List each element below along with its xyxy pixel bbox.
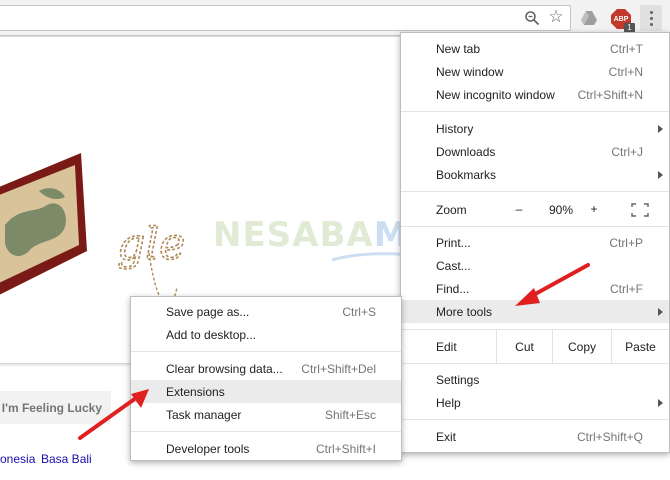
- submenu-item-extensions[interactable]: Extensions: [131, 380, 401, 403]
- menu-label: Task manager: [166, 407, 242, 422]
- menu-item-more-tools[interactable]: More tools: [401, 300, 669, 323]
- menu-shortcut: Ctrl+J: [611, 144, 643, 159]
- zoom-out-button[interactable]: –: [509, 202, 529, 216]
- menu-shortcut: Ctrl+Shift+I: [315, 441, 376, 456]
- menu-shortcut: Ctrl+Shift+Q: [576, 429, 643, 444]
- menu-separator: [401, 419, 669, 420]
- menu-shortcut: Ctrl+P: [609, 235, 643, 250]
- menu-shortcut: Ctrl+F: [610, 281, 643, 296]
- submenu-arrow-icon: [658, 124, 663, 133]
- menu-separator: [401, 111, 669, 112]
- language-link-basa-bali[interactable]: Basa Bali: [41, 452, 92, 466]
- address-bar[interactable]: [0, 5, 571, 31]
- watermark-part1: NESABA: [213, 215, 374, 255]
- copy-button[interactable]: Copy: [552, 330, 611, 363]
- menu-shortcut: Ctrl+N: [608, 64, 643, 79]
- menu-label: Bookmarks: [436, 167, 497, 182]
- more-tools-submenu: Save page as... Ctrl+S Add to desktop...…: [130, 296, 402, 461]
- menu-item-print[interactable]: Print... Ctrl+P: [401, 231, 669, 254]
- menu-shortcut: Shift+Esc: [324, 407, 376, 422]
- menu-separator: [131, 431, 401, 432]
- menu-label: Find...: [436, 281, 470, 296]
- menu-label: New tab: [436, 41, 481, 56]
- menu-separator: [401, 191, 669, 192]
- google-doodle[interactable]: gle: [0, 147, 199, 317]
- menu-shortcut: Ctrl+Shift+Del: [301, 361, 376, 376]
- submenu-arrow-icon: [658, 170, 663, 179]
- zoom-in-button[interactable]: +: [584, 202, 604, 216]
- cut-button[interactable]: Cut: [496, 330, 552, 363]
- menu-item-help[interactable]: Help: [401, 391, 669, 414]
- chrome-main-menu: New tab Ctrl+T New window Ctrl+N New inc…: [400, 32, 670, 453]
- menu-label: Cast...: [436, 258, 471, 273]
- menu-item-bookmarks[interactable]: Bookmarks: [401, 163, 669, 186]
- drive-icon[interactable]: [579, 9, 599, 27]
- submenu-item-clear-browsing-data[interactable]: Clear browsing data... Ctrl+Shift+Del: [131, 357, 401, 380]
- menu-label: Help: [436, 395, 461, 410]
- menu-item-edit: Edit Cut Copy Paste: [401, 330, 669, 363]
- submenu-item-add-to-desktop[interactable]: Add to desktop...: [131, 323, 401, 346]
- menu-item-find[interactable]: Find... Ctrl+F: [401, 277, 669, 300]
- zoom-value: 90%: [548, 203, 574, 217]
- menu-shortcut: Ctrl+T: [610, 41, 643, 56]
- menu-separator: [401, 226, 669, 227]
- menu-item-history[interactable]: History: [401, 117, 669, 140]
- menu-dots-icon[interactable]: [640, 5, 662, 31]
- edit-label: Edit: [436, 340, 457, 354]
- menu-label: Add to desktop...: [166, 327, 257, 342]
- submenu-item-developer-tools[interactable]: Developer tools Ctrl+Shift+I: [131, 437, 401, 460]
- menu-separator: [131, 351, 401, 352]
- menu-item-new-window[interactable]: New window Ctrl+N: [401, 60, 669, 83]
- language-link-indonesia[interactable]: onesia: [0, 452, 35, 466]
- adblock-plus-icon[interactable]: ABP 1: [610, 8, 635, 33]
- menu-item-cast[interactable]: Cast...: [401, 254, 669, 277]
- submenu-arrow-icon: [658, 307, 663, 316]
- menu-label: History: [436, 121, 474, 136]
- menu-label: Extensions: [166, 384, 225, 399]
- browser-toolbar: ☆ ABP 1: [0, 0, 670, 36]
- fullscreen-icon[interactable]: [631, 203, 649, 217]
- menu-shortcut: Ctrl+S: [342, 304, 376, 319]
- menu-item-zoom: Zoom – 90% +: [401, 195, 669, 225]
- menu-label: Settings: [436, 372, 480, 387]
- menu-label: Save page as...: [166, 304, 250, 319]
- paste-button[interactable]: Paste: [611, 330, 669, 363]
- menu-label: Developer tools: [166, 441, 250, 456]
- menu-separator: [401, 363, 669, 364]
- menu-label: Print...: [436, 235, 471, 250]
- zoom-label: Zoom: [436, 203, 467, 217]
- menu-item-downloads[interactable]: Downloads Ctrl+J: [401, 140, 669, 163]
- menu-label: Clear browsing data...: [166, 361, 283, 376]
- feeling-lucky-button[interactable]: I'm Feeling Lucky: [0, 391, 111, 424]
- zoom-icon[interactable]: [523, 9, 541, 27]
- submenu-item-task-manager[interactable]: Task manager Shift+Esc: [131, 403, 401, 426]
- submenu-arrow-icon: [658, 398, 663, 407]
- star-icon[interactable]: ☆: [547, 8, 565, 26]
- menu-item-new-incognito[interactable]: New incognito window Ctrl+Shift+N: [401, 83, 669, 106]
- submenu-item-save-page[interactable]: Save page as... Ctrl+S: [131, 300, 401, 323]
- menu-shortcut: Ctrl+Shift+N: [577, 87, 643, 102]
- menu-label: Exit: [436, 429, 457, 444]
- menu-item-settings[interactable]: Settings: [401, 368, 669, 391]
- menu-item-exit[interactable]: Exit Ctrl+Shift+Q: [401, 425, 669, 448]
- menu-item-new-tab[interactable]: New tab Ctrl+T: [401, 37, 669, 60]
- menu-label: Downloads: [436, 144, 496, 159]
- menu-label: New incognito window: [436, 87, 555, 102]
- menu-label: New window: [436, 64, 504, 79]
- doodle-text: gle: [117, 219, 185, 270]
- menu-label: More tools: [436, 304, 493, 319]
